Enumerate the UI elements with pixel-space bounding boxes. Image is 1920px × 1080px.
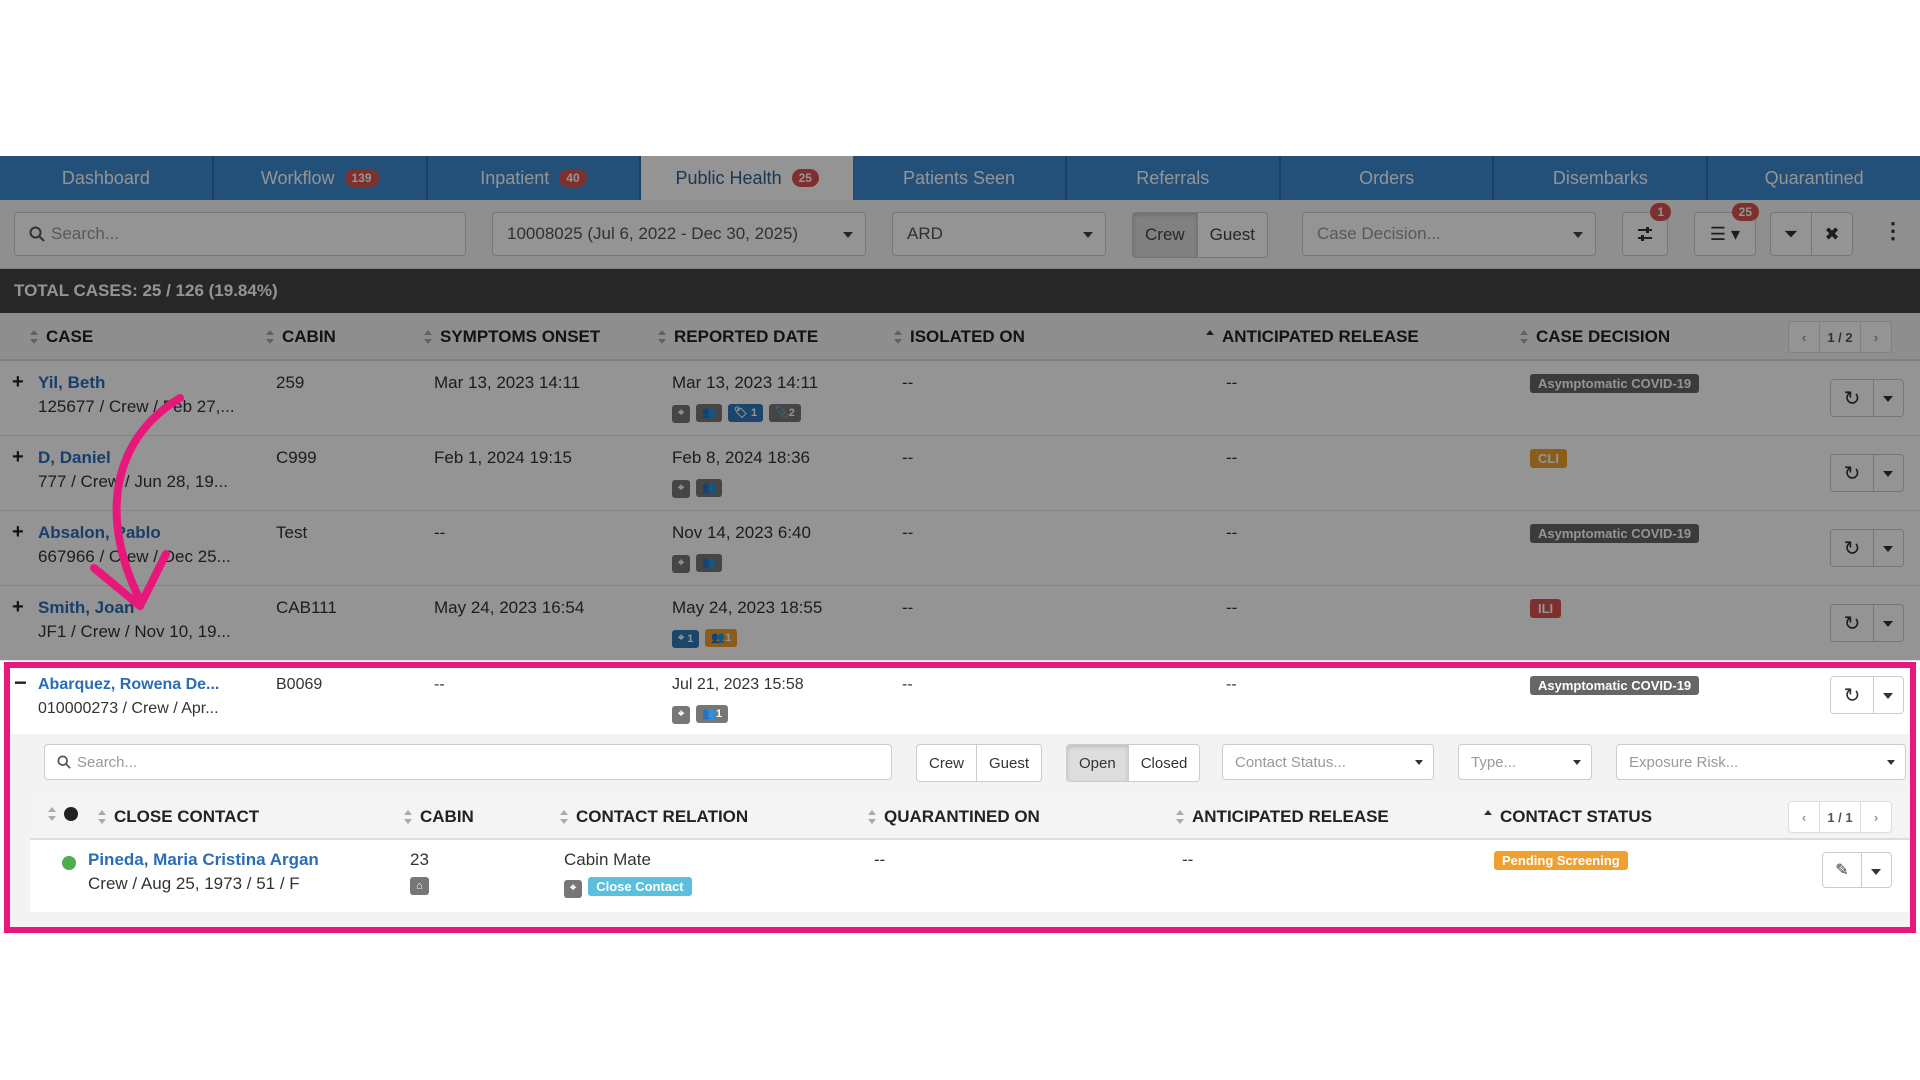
annotation-arrow-icon xyxy=(90,394,184,610)
